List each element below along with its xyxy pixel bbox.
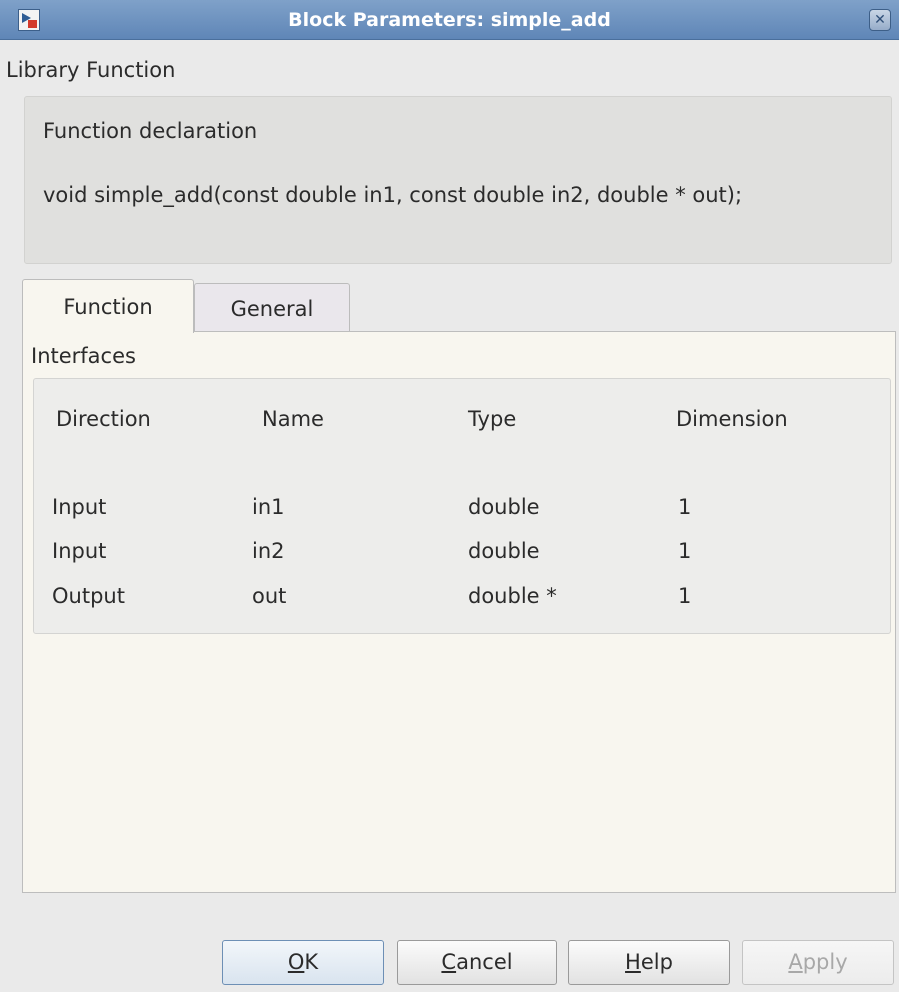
row2-type: double (468, 539, 540, 563)
interfaces-table: Direction Name Type Dimension Input in1 … (33, 378, 891, 634)
cancel-button[interactable]: Cancel (397, 940, 557, 985)
function-tab-panel: Interfaces Direction Name Type Dimension… (22, 331, 896, 893)
close-icon[interactable]: ✕ (869, 9, 891, 31)
ok-label-rest: K (304, 950, 319, 974)
row2-name: in2 (252, 539, 285, 563)
window-title: Block Parameters: simple_add (288, 9, 611, 31)
row1-type: double (468, 495, 540, 519)
dialog-button-bar: OK Cancel Help Apply (0, 900, 899, 992)
column-header-dimension: Dimension (676, 407, 788, 431)
ok-mnemonic: O (287, 950, 305, 974)
interfaces-label: Interfaces (31, 344, 136, 368)
title-bar[interactable]: Block Parameters: simple_add ✕ (0, 0, 899, 40)
row2-direction: Input (52, 539, 107, 563)
row1-name: in1 (252, 495, 285, 519)
ok-button[interactable]: OK (222, 940, 384, 985)
library-function-label: Library Function (6, 58, 176, 82)
block-parameters-dialog: Block Parameters: simple_add ✕ Library F… (0, 0, 899, 992)
column-header-type: Type (468, 407, 517, 431)
help-label-rest: elp (640, 950, 673, 974)
apply-mnemonic: A (788, 950, 803, 974)
help-mnemonic: H (625, 950, 641, 974)
apply-label-rest: pply (802, 950, 848, 974)
row3-dimension: 1 (678, 584, 692, 608)
row2-dimension: 1 (678, 539, 692, 563)
row3-type: double * (468, 584, 557, 608)
row3-direction: Output (52, 584, 125, 608)
row1-dimension: 1 (678, 495, 692, 519)
apply-button[interactable]: Apply (742, 940, 894, 985)
column-header-name: Name (262, 407, 324, 431)
cancel-label-rest: ancel (456, 950, 513, 974)
help-button[interactable]: Help (568, 940, 730, 985)
function-declaration-box: Function declaration void simple_add(con… (24, 96, 892, 264)
tab-function[interactable]: Function (22, 279, 194, 333)
declaration-text: void simple_add(const double in1, const … (43, 183, 743, 207)
cancel-mnemonic: C (441, 950, 457, 974)
column-header-direction: Direction (56, 407, 151, 431)
tab-general[interactable]: General (194, 283, 350, 332)
row1-direction: Input (52, 495, 107, 519)
declaration-title: Function declaration (43, 119, 258, 143)
row3-name: out (252, 584, 287, 608)
